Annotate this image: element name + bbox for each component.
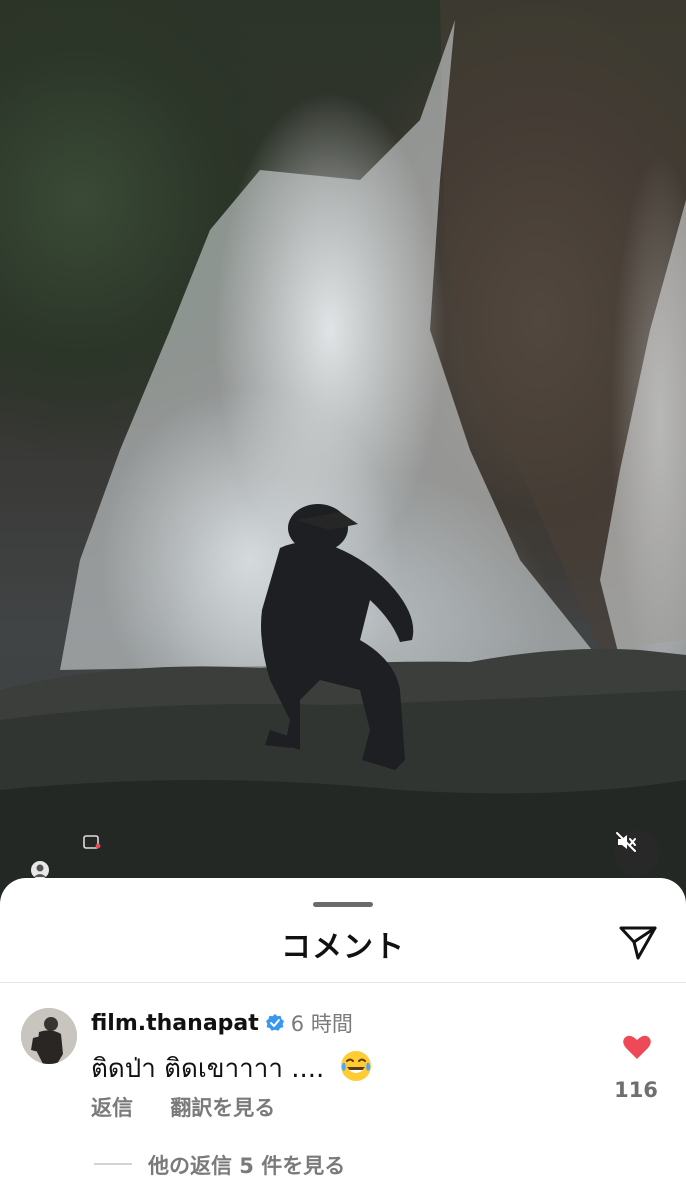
- comment-username[interactable]: film.thanapat: [91, 1011, 259, 1036]
- sheet-grabber[interactable]: [313, 902, 373, 907]
- share-button[interactable]: [616, 922, 660, 962]
- gallery-stack-icon: [82, 832, 102, 852]
- sheet-title: コメント: [281, 930, 405, 965]
- comment-text-row: ติดป่า ติดเขาาาา ....: [91, 1048, 373, 1089]
- comment-time: 6 時間: [290, 1012, 353, 1036]
- tagged-user-icon[interactable]: [30, 860, 50, 880]
- replies-divider-line: [94, 1163, 132, 1165]
- translate-button[interactable]: 翻訳を見る: [170, 1096, 275, 1120]
- comment-header: film.thanapat 6 時間: [91, 1008, 353, 1038]
- avatar[interactable]: [21, 1008, 77, 1064]
- comments-sheet: コメント film.thanapat 6 時間 ติดป่า ติดเขาาาา…: [0, 878, 686, 1200]
- like-button[interactable]: [622, 1033, 652, 1061]
- like-count: 116: [614, 1078, 658, 1102]
- waterfall-scene: [0, 0, 686, 900]
- mute-button[interactable]: [614, 830, 660, 876]
- reply-button[interactable]: 返信: [91, 1096, 133, 1120]
- view-replies-button[interactable]: 他の返信 5 件を見る: [148, 1150, 345, 1180]
- heart-filled-icon: [623, 1035, 651, 1059]
- tears-of-joy-emoji-icon: [340, 1051, 371, 1081]
- avatar-image: [21, 1008, 77, 1064]
- post-photo[interactable]: [0, 0, 686, 900]
- speaker-muted-icon: [616, 832, 636, 852]
- comment-text: ติดป่า ติดเขาาาา ....: [91, 1054, 325, 1084]
- verified-badge-icon: [265, 1014, 284, 1031]
- paper-plane-icon: [619, 926, 657, 960]
- comment-actions: 返信 翻訳を見る: [91, 1092, 275, 1122]
- sheet-divider: [0, 982, 686, 983]
